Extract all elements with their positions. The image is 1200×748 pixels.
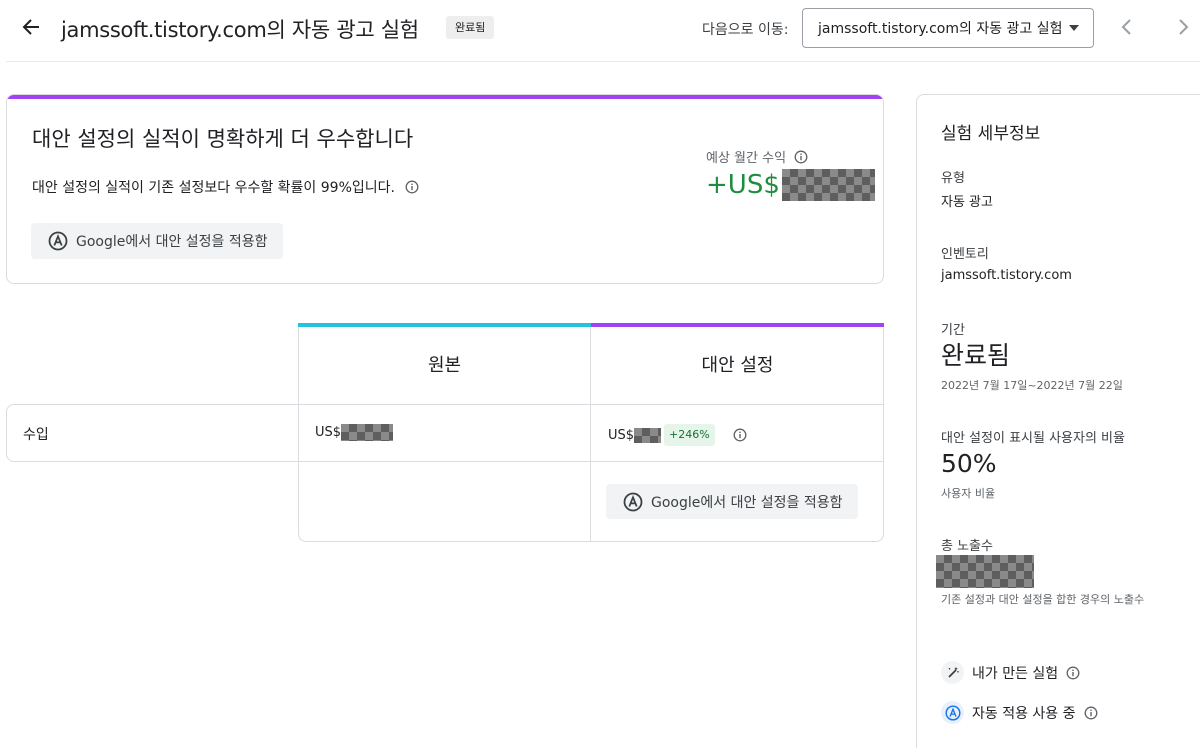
summary-description: 대안 설정의 실적이 기존 설정보다 우수할 확률이 99%입니다. — [32, 177, 419, 197]
info-icon[interactable] — [733, 428, 747, 442]
summary-description-text: 대안 설정의 실적이 기존 설정보다 우수할 확률이 99%입니다. — [32, 180, 395, 196]
experiment-select-value: jamssoft.tistory.com의 자동 광고 실험 — [818, 21, 1063, 37]
auto-apply-label: 자동 적용 사용 중 — [972, 705, 1076, 722]
auto-apply-tag: 자동 적용 사용 중 — [941, 701, 1098, 724]
original-earnings-prefix: US$ — [315, 425, 342, 440]
variant-earnings-prefix: US$ — [608, 427, 635, 443]
type-label: 유형 — [941, 171, 965, 186]
info-icon[interactable] — [1066, 666, 1080, 680]
page-title: jamssoft.tistory.com의 자동 광고 실험 — [61, 18, 419, 42]
table-row — [6, 404, 884, 462]
row-label-earnings: 수입 — [23, 427, 49, 443]
ratio-value: 50% — [941, 449, 997, 478]
column-header-variant: 대안 설정 — [701, 355, 774, 376]
chevron-left-icon[interactable] — [1114, 14, 1140, 40]
earnings-change-badge: +246% — [664, 424, 715, 446]
auto-apply-icon — [48, 231, 68, 251]
ratio-caption: 사용자 비율 — [941, 487, 996, 500]
redacted-value — [634, 427, 662, 443]
estimated-revenue-label: 예상 월간 수익 — [706, 147, 808, 166]
impressions-caption: 기존 설정과 대안 설정을 합한 경우의 노출수 — [941, 593, 1145, 606]
variant-earnings-cell: US$ +246% — [608, 424, 747, 446]
estimated-revenue-prefix: +US$ — [706, 170, 780, 200]
variant-accent-bar — [7, 95, 883, 99]
info-icon[interactable] — [794, 150, 808, 164]
apply-variant-button[interactable]: Google에서 대안 설정을 적용함 — [31, 223, 283, 259]
chevron-right-icon[interactable] — [1170, 14, 1196, 40]
info-icon[interactable] — [1084, 706, 1098, 720]
impressions-label: 총 노출수 — [941, 539, 993, 554]
status-badge: 완료됨 — [446, 16, 495, 39]
apply-variant-label: Google에서 대안 설정을 적용함 — [651, 494, 843, 511]
result-summary-card: 대안 설정의 실적이 명확하게 더 우수합니다 대안 설정의 실적이 기존 설정… — [6, 94, 884, 284]
inventory-value: jamssoft.tistory.com — [941, 268, 1072, 283]
wand-icon — [941, 661, 964, 684]
created-by-me-tag: 내가 만든 실험 — [941, 661, 1080, 684]
apply-variant-button[interactable]: Google에서 대안 설정을 적용함 — [606, 484, 858, 519]
created-by-me-label: 내가 만든 실험 — [972, 665, 1059, 682]
ratio-label: 대안 설정이 표시될 사용자의 비율 — [941, 431, 1125, 446]
column-header-original: 원본 — [427, 355, 462, 376]
auto-apply-icon — [623, 492, 643, 511]
summary-title: 대안 설정의 실적이 명확하게 더 우수합니다 — [32, 127, 414, 151]
estimated-revenue-text: 예상 월간 수익 — [706, 151, 787, 166]
redacted-value — [341, 424, 394, 441]
period-status: 완료됨 — [941, 341, 1011, 370]
row-divider — [298, 404, 884, 405]
apply-variant-label: Google에서 대안 설정을 적용함 — [76, 234, 268, 250]
auto-apply-icon — [941, 701, 964, 724]
goto-label: 다음으로 이동: — [702, 22, 789, 38]
type-value: 자동 광고 — [941, 195, 993, 210]
page-header: jamssoft.tistory.com의 자동 광고 실험 완료됨 다음으로 … — [0, 0, 1200, 56]
back-arrow-icon[interactable] — [18, 14, 44, 40]
estimated-revenue-value: +US$ — [706, 169, 875, 201]
header-divider — [6, 61, 1200, 62]
original-earnings-cell: US$ — [315, 424, 394, 441]
details-title: 실험 세부정보 — [941, 124, 1041, 144]
caret-down-icon — [1069, 25, 1079, 31]
redacted-value — [936, 555, 1034, 588]
info-icon[interactable] — [405, 180, 419, 194]
period-dates: 2022년 7월 17일~2022년 7월 22일 — [941, 379, 1123, 392]
experiment-select[interactable]: jamssoft.tistory.com의 자동 광고 실험 — [802, 8, 1094, 48]
redacted-value — [781, 169, 875, 201]
inventory-label: 인벤토리 — [941, 247, 989, 262]
